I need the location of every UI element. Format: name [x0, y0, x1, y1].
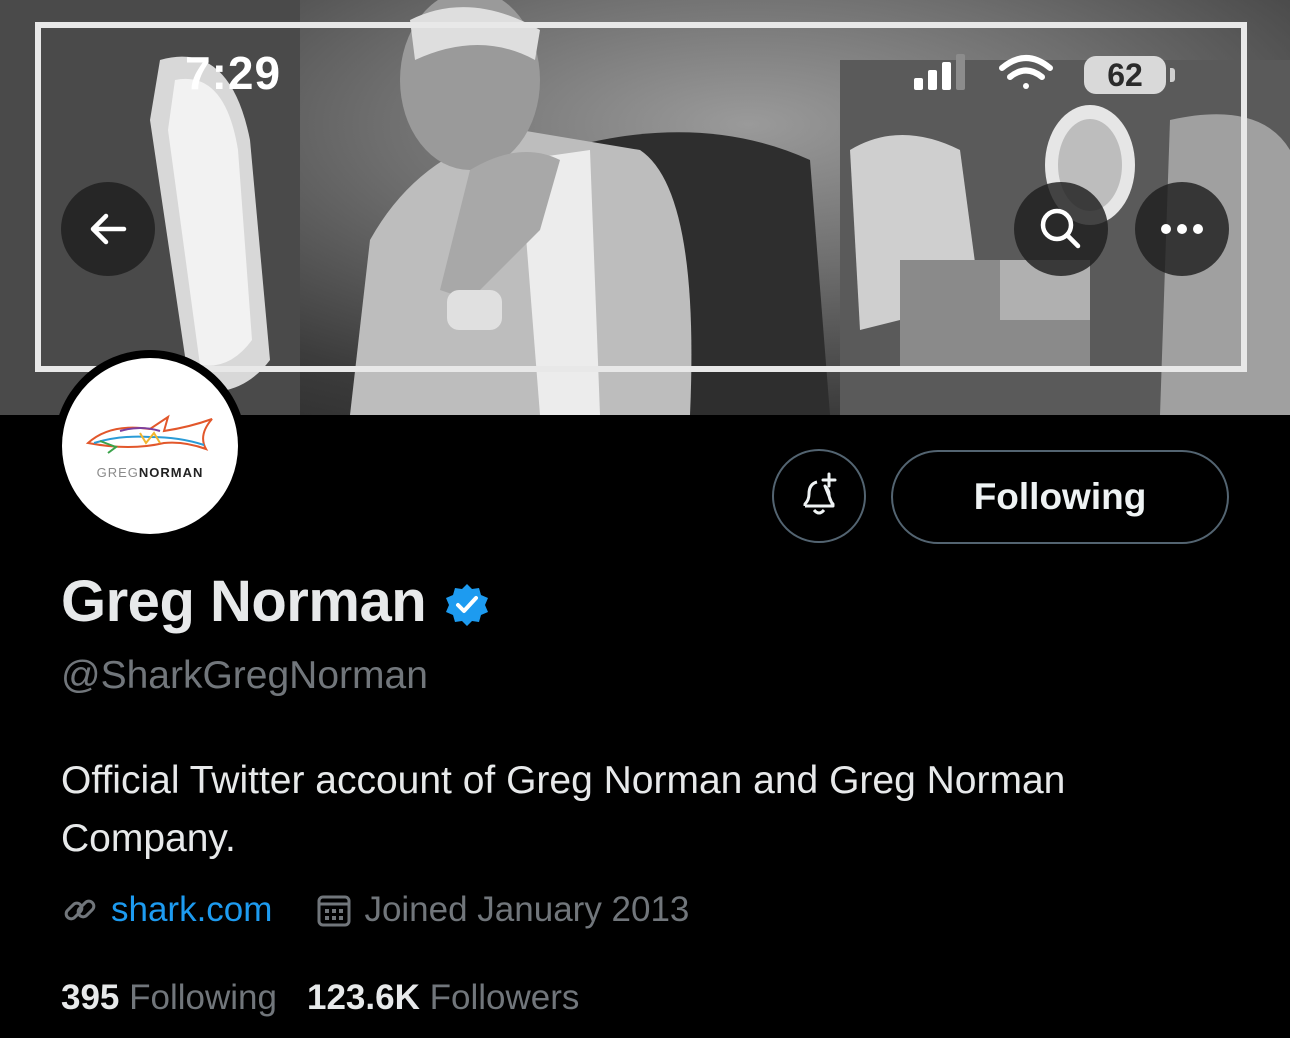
following-button[interactable]: Following	[891, 450, 1229, 544]
bell-plus-icon	[803, 472, 837, 515]
profile-banner[interactable]: 7:29 62	[0, 0, 1290, 415]
cellular-signal-icon	[914, 54, 965, 90]
avatar-logo-text: GREGNORMAN	[96, 464, 204, 480]
profile-handle: @SharkGregNorman	[61, 654, 428, 697]
followers-label: Followers	[429, 978, 580, 1017]
following-label: Following	[129, 978, 277, 1017]
back-button[interactable]	[61, 182, 155, 276]
more-button[interactable]	[1135, 182, 1229, 276]
profile-name-row: Greg Norman	[61, 568, 490, 635]
following-stat[interactable]: 395 Following	[61, 978, 277, 1018]
shark-logo-icon	[85, 414, 213, 454]
battery-icon: 62	[1084, 56, 1166, 94]
profile-bio: Official Twitter account of Greg Norman …	[61, 759, 1066, 860]
verified-badge-icon[interactable]	[444, 582, 490, 628]
search-button[interactable]	[1014, 182, 1108, 276]
profile-meta: shark.com Joined January 2013	[61, 890, 733, 930]
more-icon	[1161, 224, 1203, 234]
wifi-icon	[999, 55, 1053, 89]
joined-date: Joined January 2013	[316, 890, 689, 930]
battery-tip	[1170, 68, 1175, 82]
website-link-text[interactable]: shark.com	[111, 890, 272, 930]
calendar-icon	[317, 895, 351, 927]
notifications-bell-button[interactable]	[772, 449, 866, 543]
status-icons	[914, 54, 1053, 90]
back-arrow-icon	[90, 213, 127, 245]
status-time: 7:29	[185, 47, 282, 99]
avatar[interactable]: GREGNORMAN	[54, 350, 246, 542]
search-icon	[1040, 208, 1081, 249]
joined-date-text: Joined January 2013	[364, 890, 690, 929]
following-count: 395	[61, 978, 120, 1017]
avatar-logo: GREGNORMAN	[62, 358, 238, 534]
profile-stats: 395 Following 123.6K Followers	[61, 978, 609, 1018]
profile-name: Greg Norman	[61, 569, 427, 634]
website-link[interactable]: shark.com	[61, 890, 272, 930]
link-icon	[64, 899, 96, 921]
followers-count: 123.6K	[307, 978, 420, 1017]
followers-stat[interactable]: 123.6K Followers	[307, 978, 579, 1018]
